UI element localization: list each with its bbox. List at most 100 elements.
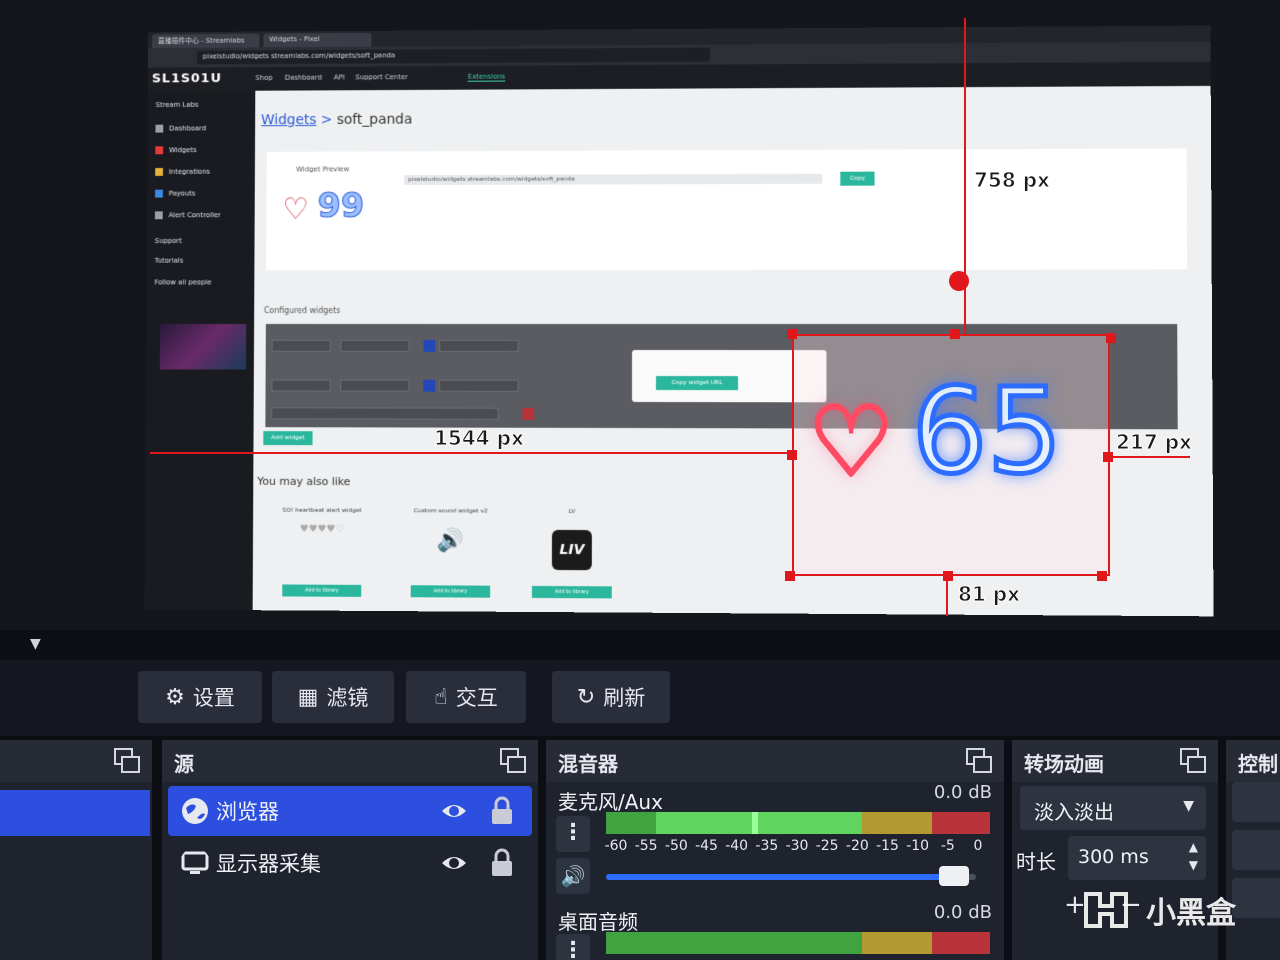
- url-field[interactable]: pixelstudio/widgets streamlabs.com/widge…: [196, 47, 711, 65]
- duration-spinbox[interactable]: 300 ms ▲ ▼: [1068, 836, 1206, 880]
- panel-header: [0, 740, 152, 782]
- undock-icon[interactable]: [114, 748, 140, 773]
- integrations-icon: [155, 167, 164, 176]
- lock-icon[interactable]: [490, 796, 514, 826]
- meter-tick-label: -5: [940, 838, 955, 854]
- panel-header: 转场动画: [1012, 740, 1218, 782]
- browser-tab[interactable]: 直播插件中心 - Streamlabs: [152, 33, 260, 48]
- config-input[interactable]: [271, 407, 499, 420]
- meter-tick-label: -10: [906, 838, 930, 854]
- copy-button[interactable]: Copy: [840, 171, 875, 186]
- control-button[interactable]: [1232, 878, 1280, 918]
- resize-handle[interactable]: [943, 571, 953, 581]
- channel-db: 0.0 dB: [933, 902, 992, 923]
- site-nav-item[interactable]: Shop: [255, 74, 272, 82]
- panel-header: 源: [162, 740, 538, 782]
- scene-item-selected[interactable]: [0, 790, 150, 836]
- filters-button[interactable]: ▦ 滤镜: [272, 671, 394, 723]
- source-item-display-capture[interactable]: 显示器采集: [168, 838, 532, 888]
- button-label: 刷新: [603, 686, 646, 710]
- control-button[interactable]: [1232, 830, 1280, 870]
- speaker-icon: 🔊: [436, 528, 465, 554]
- sidebar-section: Stream Labs: [155, 100, 199, 109]
- site-nav-item[interactable]: Dashboard: [285, 74, 322, 82]
- sidebar-item-dashboard[interactable]: Dashboard: [155, 124, 206, 133]
- widget-preview-label: Widget Preview: [296, 165, 350, 174]
- sidebar-item-label: Integrations: [168, 167, 211, 176]
- suggestion-card: Custom sound widget v2 🔊 Add to library: [391, 507, 510, 612]
- resize-handle[interactable]: [1097, 571, 1107, 581]
- channel-menu-button[interactable]: ⋮: [556, 934, 590, 960]
- sidebar-section[interactable]: Follow all people: [154, 278, 211, 286]
- suggestion-button[interactable]: Add to library: [531, 585, 612, 599]
- source-item-browser[interactable]: 浏览器: [168, 786, 532, 836]
- suggestion-title: Custom sound widget v2: [413, 507, 488, 515]
- site-nav-item-active[interactable]: Extensions: [467, 72, 506, 82]
- may-also-like-heading: You may also like: [257, 474, 351, 489]
- site-nav-item[interactable]: API: [334, 73, 345, 81]
- refresh-button[interactable]: ↻ 刷新: [552, 671, 670, 723]
- meter-tick-label: -20: [845, 838, 869, 854]
- guide-line-right: [1110, 456, 1190, 458]
- sidebar-item-alerts[interactable]: Alert Controller: [154, 211, 221, 220]
- control-button[interactable]: [1232, 782, 1280, 822]
- interact-button[interactable]: ☝ 交互: [406, 671, 526, 723]
- suggestion-title: SO! heartbeat alert widget: [282, 506, 362, 515]
- watermark-text: 小黑盒: [1146, 896, 1236, 931]
- resize-handle[interactable]: [787, 450, 797, 460]
- widget-url-field[interactable]: pixelstudio/widgets streamlabs.com/widge…: [404, 173, 823, 186]
- button-label: 交互: [455, 686, 498, 710]
- settings-button[interactable]: ⚙ 设置: [138, 671, 262, 723]
- resize-handle[interactable]: [787, 329, 797, 339]
- sidebar-section[interactable]: Tutorials: [155, 257, 184, 265]
- watermark: 小黑盒: [1082, 888, 1236, 932]
- lock-icon[interactable]: [490, 848, 514, 878]
- eye-icon[interactable]: [440, 849, 468, 877]
- pointer-hand-icon: ☝: [434, 684, 448, 710]
- site-nav-item[interactable]: Support Center: [355, 73, 408, 81]
- rotation-handle[interactable]: [949, 271, 969, 291]
- suggestion-button[interactable]: Add to library: [282, 584, 362, 597]
- eye-icon[interactable]: [440, 797, 468, 825]
- color-swatch[interactable]: [423, 339, 436, 352]
- widget-preview-card: Widget Preview ♡ 99 pixelstudio/widgets …: [266, 148, 1188, 271]
- undock-icon[interactable]: [1180, 748, 1206, 773]
- volume-slider[interactable]: [606, 866, 976, 886]
- gear-icon: ⚙: [165, 684, 185, 710]
- table-row: [271, 379, 528, 394]
- site-sidebar: Stream Labs Dashboard Widgets Integratio…: [144, 90, 256, 611]
- add-widget-button[interactable]: Add widget: [263, 431, 313, 446]
- spin-arrows-icon[interactable]: ▲ ▼: [1189, 838, 1198, 874]
- sidebar-item-integrations[interactable]: Integrations: [155, 168, 210, 176]
- resize-handle[interactable]: [1103, 452, 1113, 462]
- popup-copy-button[interactable]: Copy widget URL: [655, 376, 739, 391]
- preview-count: 99: [317, 186, 365, 227]
- channel-menu-button[interactable]: ⋮: [556, 816, 590, 852]
- sidebar-item-payouts[interactable]: Payouts: [155, 190, 196, 198]
- resize-handle[interactable]: [785, 571, 795, 581]
- panel-title: 混音器: [558, 752, 618, 776]
- breadcrumb-link[interactable]: Widgets: [261, 112, 317, 128]
- preview-canvas[interactable]: 直播插件中心 - Streamlabs Widgets - Pixel pixe…: [0, 0, 1280, 630]
- speaker-icon[interactable]: 🔊: [556, 858, 590, 894]
- guide-line-left: [150, 452, 792, 454]
- suggestion-button[interactable]: Add to library: [410, 585, 491, 598]
- slider-handle[interactable]: [938, 866, 969, 886]
- config-input[interactable]: [271, 379, 331, 392]
- config-input[interactable]: [439, 339, 519, 352]
- sidebar-item-widgets[interactable]: Widgets: [155, 146, 197, 155]
- undock-icon[interactable]: [500, 748, 526, 773]
- config-input[interactable]: [340, 339, 410, 352]
- color-swatch[interactable]: [522, 407, 535, 420]
- config-input[interactable]: [340, 379, 410, 392]
- config-input[interactable]: [271, 339, 331, 352]
- chevron-down-icon[interactable]: ▼: [30, 636, 41, 652]
- promo-thumbnail[interactable]: [159, 323, 247, 370]
- color-swatch[interactable]: [423, 379, 436, 392]
- resize-handle[interactable]: [1106, 333, 1116, 343]
- browser-tab[interactable]: Widgets - Pixel: [263, 32, 372, 48]
- resize-handle[interactable]: [950, 329, 960, 339]
- transition-select[interactable]: 淡入淡出 ▼: [1020, 786, 1206, 830]
- config-input[interactable]: [439, 379, 519, 392]
- undock-icon[interactable]: [966, 748, 992, 773]
